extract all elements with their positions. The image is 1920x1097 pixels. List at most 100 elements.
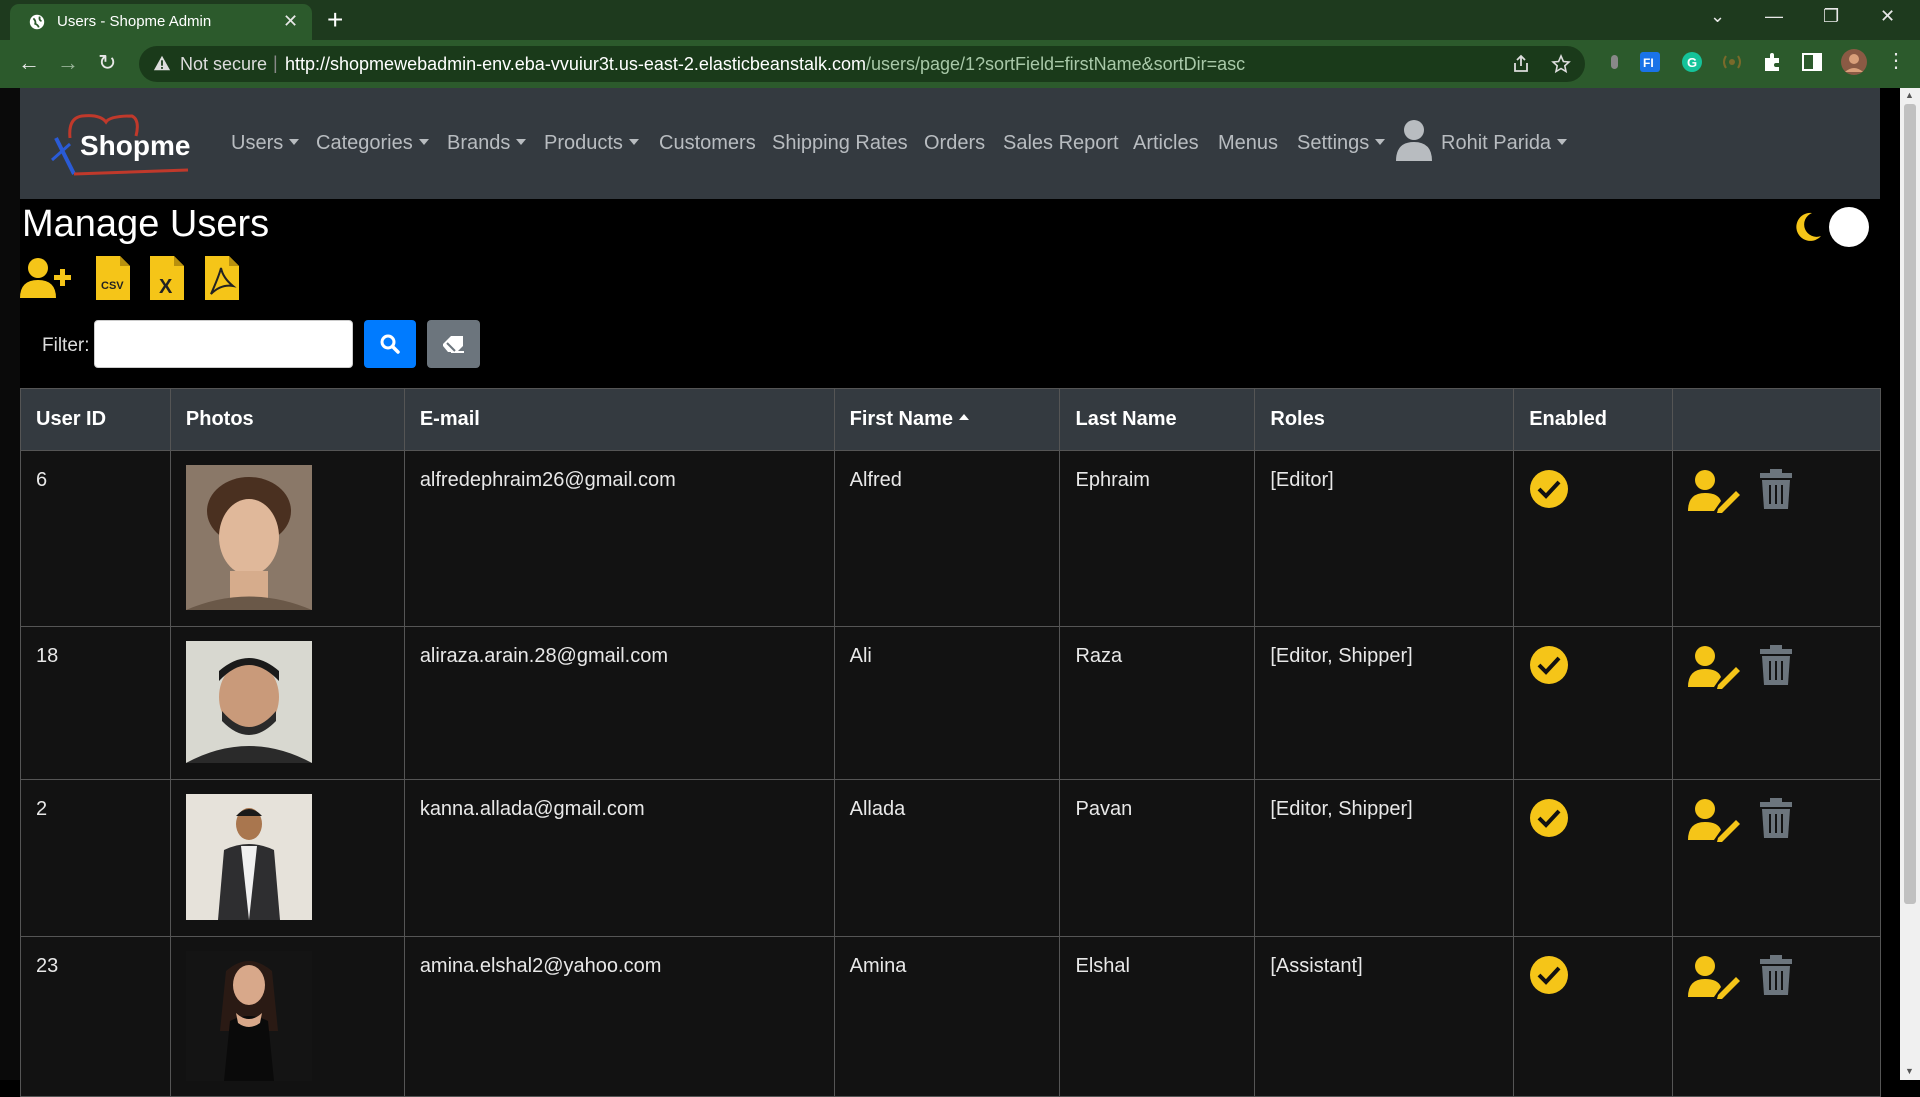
- tab-strip: Users - Shopme Admin ✕ + ⌄ — ❐ ✕: [0, 0, 1920, 40]
- url-path: /users/page/1?sortField=firstName&sortDi…: [865, 54, 1246, 74]
- tab-search-icon[interactable]: ⌄: [1710, 6, 1725, 27]
- back-button[interactable]: ←: [18, 50, 40, 76]
- delete-icon[interactable]: [1758, 953, 1794, 997]
- cell-last-name: Pavan: [1059, 779, 1256, 937]
- side-panel-icon[interactable]: [1800, 50, 1824, 74]
- scrollbar-thumb[interactable]: [1904, 104, 1916, 904]
- col-email[interactable]: E-mail: [403, 388, 835, 451]
- enabled-check-icon[interactable]: [1529, 955, 1569, 995]
- browser-toolbar: ← → ↻ Not secure | http://shopmewebadmin…: [0, 40, 1920, 88]
- cell-enabled: [1513, 450, 1674, 627]
- close-window-button[interactable]: ✕: [1880, 6, 1895, 27]
- nav-categories[interactable]: Categories: [316, 132, 429, 155]
- cell-enabled: [1513, 626, 1674, 780]
- col-first-name[interactable]: First Name: [833, 388, 1061, 451]
- nav-users[interactable]: Users: [231, 132, 299, 155]
- edit-user-icon[interactable]: [1688, 469, 1741, 513]
- user-icon[interactable]: [1395, 118, 1433, 162]
- user-photo: [185, 951, 312, 1081]
- scroll-up-icon[interactable]: ▲: [1905, 90, 1914, 100]
- restore-button[interactable]: ❐: [1823, 6, 1839, 27]
- search-button[interactable]: [364, 320, 416, 368]
- cell-email: aliraza.arain.28@gmail.com: [403, 626, 835, 780]
- export-excel-icon[interactable]: X: [150, 256, 184, 300]
- svg-text:CSV: CSV: [101, 280, 124, 292]
- clear-button[interactable]: [427, 320, 480, 368]
- theme-toggle[interactable]: [1790, 206, 1870, 250]
- extension-radio-icon[interactable]: [1720, 50, 1744, 74]
- separator: |: [273, 53, 278, 73]
- row-actions: [1688, 645, 1865, 689]
- new-tab-button[interactable]: +: [327, 4, 343, 36]
- cell-actions: [1672, 450, 1881, 627]
- left-edge: [0, 88, 20, 1080]
- bookmark-star-icon[interactable]: [1551, 54, 1571, 74]
- first-name-sort-label[interactable]: First Name: [850, 408, 969, 430]
- cell-user-id: 6: [20, 450, 171, 627]
- cell-user-id: 2: [20, 779, 171, 937]
- cell-photo: [169, 936, 405, 1097]
- col-last-name[interactable]: Last Name: [1059, 388, 1256, 451]
- globe-icon: [29, 14, 45, 30]
- nav-settings[interactable]: Settings: [1297, 132, 1385, 155]
- page-scrollbar[interactable]: ▲ ▼: [1900, 88, 1920, 1080]
- nav-menus[interactable]: Menus: [1218, 132, 1278, 155]
- page-title: Manage Users: [22, 203, 270, 245]
- cell-email: amina.elshal2@yahoo.com: [403, 936, 835, 1097]
- close-tab-icon[interactable]: ✕: [283, 11, 298, 32]
- logo-text[interactable]: Shopme: [80, 130, 190, 162]
- col-user-id[interactable]: User ID: [20, 388, 171, 451]
- nav-user-menu[interactable]: Rohit Parida: [1441, 132, 1567, 155]
- enabled-check-icon[interactable]: [1529, 645, 1569, 685]
- svg-text:X: X: [159, 276, 173, 298]
- nav-articles[interactable]: Articles: [1133, 132, 1199, 155]
- edit-user-icon[interactable]: [1688, 955, 1741, 999]
- cell-roles: [Editor]: [1254, 450, 1515, 627]
- reload-button[interactable]: ↻: [98, 50, 116, 76]
- nav-products[interactable]: Products: [544, 132, 639, 155]
- nav-orders[interactable]: Orders: [924, 132, 985, 155]
- cell-user-id: 23: [20, 936, 171, 1097]
- extension-fi-icon[interactable]: FI: [1638, 50, 1662, 74]
- scroll-down-icon[interactable]: ▼: [1905, 1066, 1914, 1076]
- row-actions: [1688, 798, 1865, 842]
- browser-window: Users - Shopme Admin ✕ + ⌄ — ❐ ✕ ← → ↻ N…: [0, 0, 1920, 1097]
- extensions-puzzle-icon[interactable]: [1761, 50, 1785, 74]
- export-csv-icon[interactable]: CSV: [96, 256, 130, 300]
- nav-sales-report[interactable]: Sales Report: [1003, 132, 1119, 155]
- enabled-check-icon[interactable]: [1529, 798, 1569, 838]
- minimize-button[interactable]: —: [1765, 6, 1783, 27]
- export-pdf-icon[interactable]: [205, 256, 239, 300]
- cell-last-name: Elshal: [1059, 936, 1256, 1097]
- nav-customers[interactable]: Customers: [659, 132, 756, 155]
- delete-icon[interactable]: [1758, 643, 1794, 687]
- table-header-row: User ID Photos E-mail First Name Last Na…: [20, 388, 1881, 451]
- profile-avatar-icon[interactable]: [1840, 48, 1868, 76]
- svg-text:FI: FI: [1643, 56, 1654, 70]
- delete-icon[interactable]: [1758, 796, 1794, 840]
- filter-input[interactable]: [94, 320, 353, 368]
- forward-button[interactable]: →: [57, 50, 79, 76]
- enabled-check-icon[interactable]: [1529, 469, 1569, 509]
- add-user-icon[interactable]: [20, 256, 72, 300]
- grammarly-icon[interactable]: G: [1680, 50, 1704, 74]
- sun-toggle-icon[interactable]: [1828, 206, 1870, 248]
- moon-icon[interactable]: [1790, 210, 1824, 244]
- col-enabled[interactable]: Enabled: [1513, 388, 1674, 451]
- cell-first-name: Alfred: [833, 450, 1061, 627]
- cell-actions: [1672, 779, 1881, 937]
- tab-active[interactable]: Users - Shopme Admin ✕: [10, 4, 312, 40]
- share-icon[interactable]: [1511, 54, 1531, 74]
- edit-user-icon[interactable]: [1688, 645, 1741, 689]
- edit-user-icon[interactable]: [1688, 798, 1741, 842]
- address-bar[interactable]: Not secure | http://shopmewebadmin-env.e…: [139, 46, 1585, 82]
- nav-shipping-rates[interactable]: Shipping Rates: [772, 132, 908, 155]
- col-actions: [1672, 388, 1881, 451]
- delete-icon[interactable]: [1758, 467, 1794, 511]
- browser-menu-icon[interactable]: ⋮: [1886, 48, 1906, 73]
- nav-brands[interactable]: Brands: [447, 132, 526, 155]
- col-photos: Photos: [169, 388, 405, 451]
- cell-photo: [169, 779, 405, 937]
- cell-actions: [1672, 936, 1881, 1097]
- extension-mouse-icon[interactable]: [1602, 50, 1626, 74]
